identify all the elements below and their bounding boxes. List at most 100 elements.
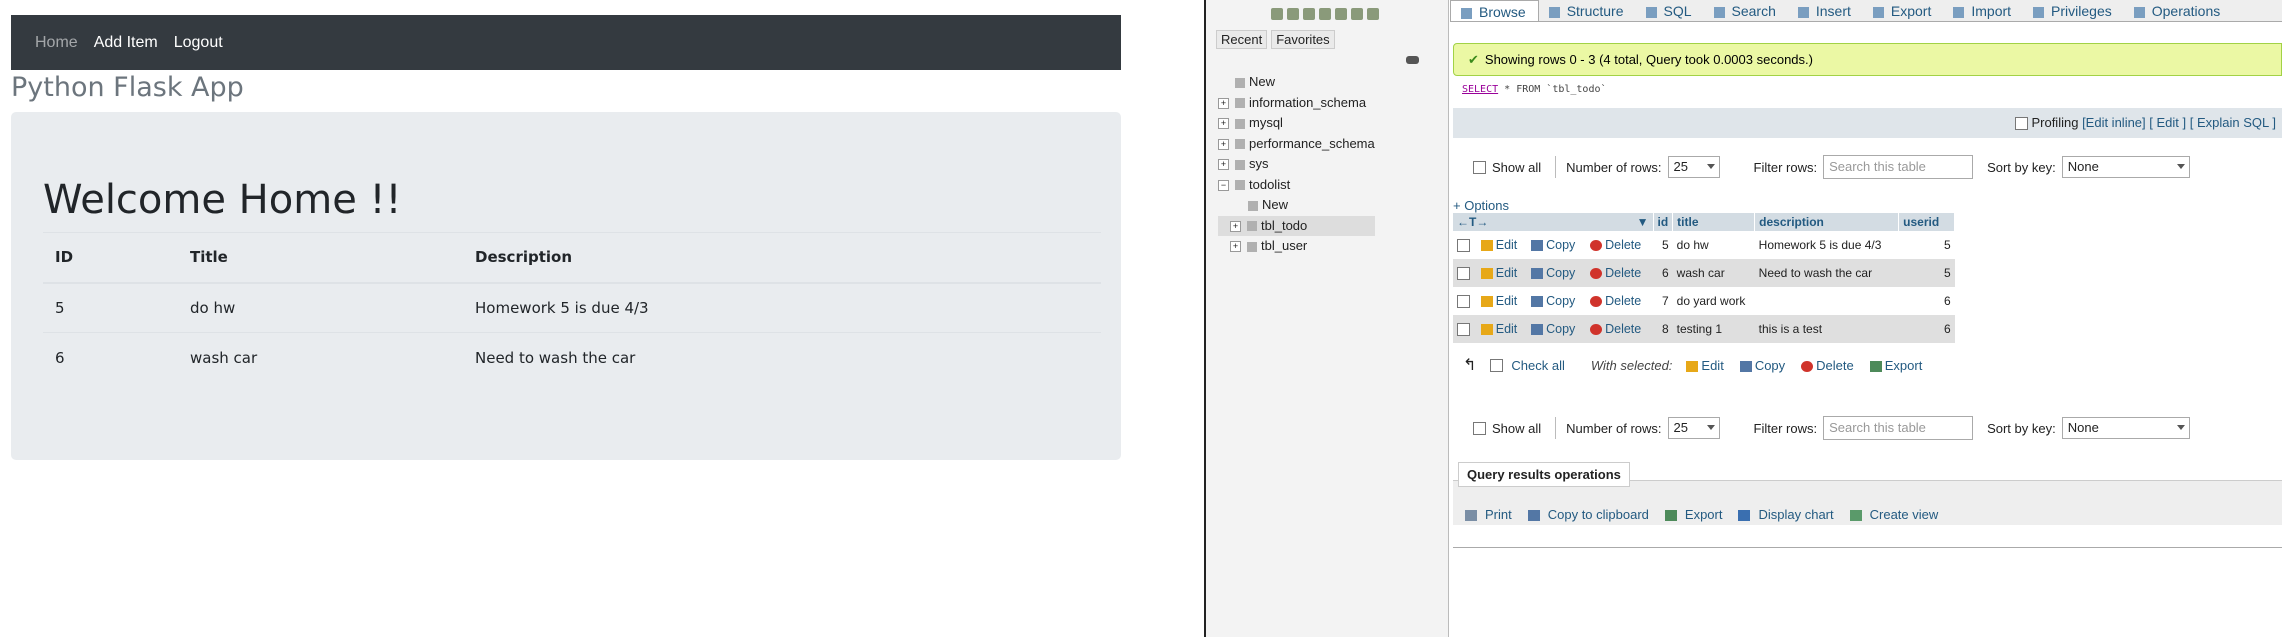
display-chart-link[interactable]: Display chart <box>1738 507 1841 522</box>
docs-icon[interactable] <box>1319 8 1331 20</box>
bulk-export-button[interactable]: Export <box>1869 358 1922 373</box>
row-checkbox[interactable] <box>1457 323 1470 337</box>
cell-id[interactable]: 6 <box>1653 259 1673 287</box>
row-copy-button[interactable]: Copy <box>1527 259 1587 287</box>
cell-description[interactable] <box>1754 287 1899 315</box>
tree-item-mysql[interactable]: + mysql <box>1218 113 1375 134</box>
row-checkbox[interactable] <box>1457 267 1470 281</box>
print-link[interactable]: Print <box>1465 507 1520 522</box>
tree-item-performance-schema[interactable]: + performance_schema <box>1218 134 1375 155</box>
tab-browse[interactable]: Browse <box>1450 0 1539 21</box>
create-view-link[interactable]: Create view <box>1849 507 1947 522</box>
edit-link[interactable]: [ Edit ] <box>2149 115 2186 130</box>
bulk-copy-button[interactable]: Copy <box>1739 358 1785 373</box>
bulk-delete-button[interactable]: Delete <box>1801 358 1854 373</box>
row-edit-button[interactable]: Edit <box>1476 259 1528 287</box>
row-delete-button[interactable]: Delete <box>1586 231 1653 259</box>
copy-clipboard-link[interactable]: Copy to clipboard <box>1527 507 1657 522</box>
cell-id[interactable]: 8 <box>1653 315 1673 343</box>
tab-operations[interactable]: Operations <box>2124 0 2232 21</box>
row-edit-button[interactable]: Edit <box>1476 287 1528 315</box>
cell-description[interactable]: Homework 5 is due 4/3 <box>1754 231 1899 259</box>
nav-add-item-link[interactable]: Add Item <box>94 34 158 52</box>
col-id[interactable]: id <box>1653 213 1674 231</box>
tab-sql[interactable]: SQL <box>1636 0 1704 21</box>
favorites-button[interactable]: Favorites <box>1271 30 1335 49</box>
expand-icon[interactable]: + <box>1218 159 1229 171</box>
column-arrows-icon[interactable]: ←T→ <box>1457 215 1488 229</box>
sort-key-select[interactable]: None <box>2061 417 2190 439</box>
tree-item-information-schema[interactable]: + information_schema <box>1218 93 1375 114</box>
cell-userid[interactable]: 5 <box>1898 231 1955 259</box>
expand-icon[interactable]: + <box>1218 138 1229 150</box>
cell-title[interactable]: wash car <box>1672 259 1755 287</box>
export-link[interactable]: Export <box>1664 507 1731 522</box>
tree-item-new-table[interactable]: New <box>1218 195 1375 216</box>
cell-userid[interactable]: 6 <box>1898 315 1955 343</box>
expand-icon[interactable]: + <box>1230 241 1241 253</box>
row-delete-button[interactable]: Delete <box>1586 259 1653 287</box>
column-arrows-header[interactable]: ←T→ ▼ <box>1453 213 1654 231</box>
logout-icon[interactable] <box>1287 8 1299 20</box>
show-all-checkbox[interactable] <box>1473 160 1486 174</box>
tree-item-tbl-user[interactable]: + tbl_user <box>1218 236 1375 257</box>
sort-key-select[interactable]: None <box>2061 156 2190 178</box>
cell-id[interactable]: 7 <box>1653 287 1673 315</box>
row-copy-button[interactable]: Copy <box>1527 231 1587 259</box>
tree-item-sys[interactable]: + sys <box>1218 154 1375 175</box>
tab-import[interactable]: Import <box>1943 0 2023 21</box>
num-rows-select[interactable]: 25 <box>1667 417 1720 439</box>
cell-title[interactable]: do yard work <box>1672 287 1755 315</box>
row-edit-button[interactable]: Edit <box>1476 315 1528 343</box>
filter-input[interactable]: Search this table <box>1823 416 1974 440</box>
row-checkbox[interactable] <box>1457 239 1470 253</box>
row-delete-button[interactable]: Delete <box>1586 315 1653 343</box>
tab-export[interactable]: Export <box>1863 0 1943 21</box>
nav-home-link[interactable]: Home <box>35 34 78 52</box>
options-link[interactable]: + Options <box>1453 198 1509 213</box>
col-title[interactable]: title <box>1672 213 1756 231</box>
expand-icon[interactable]: + <box>1230 220 1241 232</box>
show-all-checkbox[interactable] <box>1473 421 1486 435</box>
cell-description[interactable]: Need to wash the car <box>1754 259 1899 287</box>
row-checkbox[interactable] <box>1457 295 1470 309</box>
cell-title[interactable]: testing 1 <box>1672 315 1755 343</box>
filter-input[interactable]: Search this table <box>1823 155 1974 179</box>
help-icon[interactable] <box>1303 8 1315 20</box>
cell-title[interactable]: do hw <box>1672 231 1755 259</box>
tree-item-tbl-todo[interactable]: + tbl_todo <box>1218 215 1375 236</box>
recent-button[interactable]: Recent <box>1216 30 1268 49</box>
row-delete-button[interactable]: Delete <box>1586 287 1653 315</box>
row-copy-button[interactable]: Copy <box>1527 315 1587 343</box>
page-icon[interactable] <box>1335 8 1347 20</box>
gear-icon[interactable] <box>1351 8 1363 20</box>
home-icon[interactable] <box>1271 8 1283 20</box>
tab-search[interactable]: Search <box>1704 0 1788 21</box>
check-all-link[interactable]: Check all <box>1511 358 1564 373</box>
expand-icon[interactable]: + <box>1218 97 1229 109</box>
expand-icon[interactable]: + <box>1218 118 1229 130</box>
edit-inline-link[interactable]: [Edit inline] <box>2082 115 2146 130</box>
tab-structure[interactable]: Structure <box>1539 0 1636 21</box>
tab-privileges[interactable]: Privileges <box>2023 0 2124 21</box>
explain-sql-link[interactable]: [ Explain SQL ] <box>2190 115 2276 130</box>
col-userid[interactable]: userid <box>1898 213 1956 231</box>
collapse-icon[interactable]: − <box>1218 179 1229 191</box>
row-edit-button[interactable]: Edit <box>1476 231 1528 259</box>
link-icon[interactable] <box>1406 56 1419 64</box>
cell-description[interactable]: this is a test <box>1754 315 1899 343</box>
cell-userid[interactable]: 5 <box>1898 259 1955 287</box>
cell-userid[interactable]: 6 <box>1898 287 1955 315</box>
bulk-edit-button[interactable]: Edit <box>1686 358 1724 373</box>
nav-logout-link[interactable]: Logout <box>174 34 223 52</box>
num-rows-select[interactable]: 25 <box>1667 156 1720 178</box>
check-all-checkbox[interactable] <box>1490 358 1504 372</box>
row-copy-button[interactable]: Copy <box>1527 287 1587 315</box>
col-description[interactable]: description <box>1754 213 1900 231</box>
tree-item-new[interactable]: New <box>1218 72 1375 93</box>
reload-icon[interactable] <box>1367 8 1379 20</box>
tree-item-todolist[interactable]: − todolist <box>1218 175 1375 196</box>
column-dropdown-icon[interactable]: ▼ <box>1637 215 1649 229</box>
tab-insert[interactable]: Insert <box>1788 0 1863 21</box>
cell-id[interactable]: 5 <box>1653 231 1673 259</box>
